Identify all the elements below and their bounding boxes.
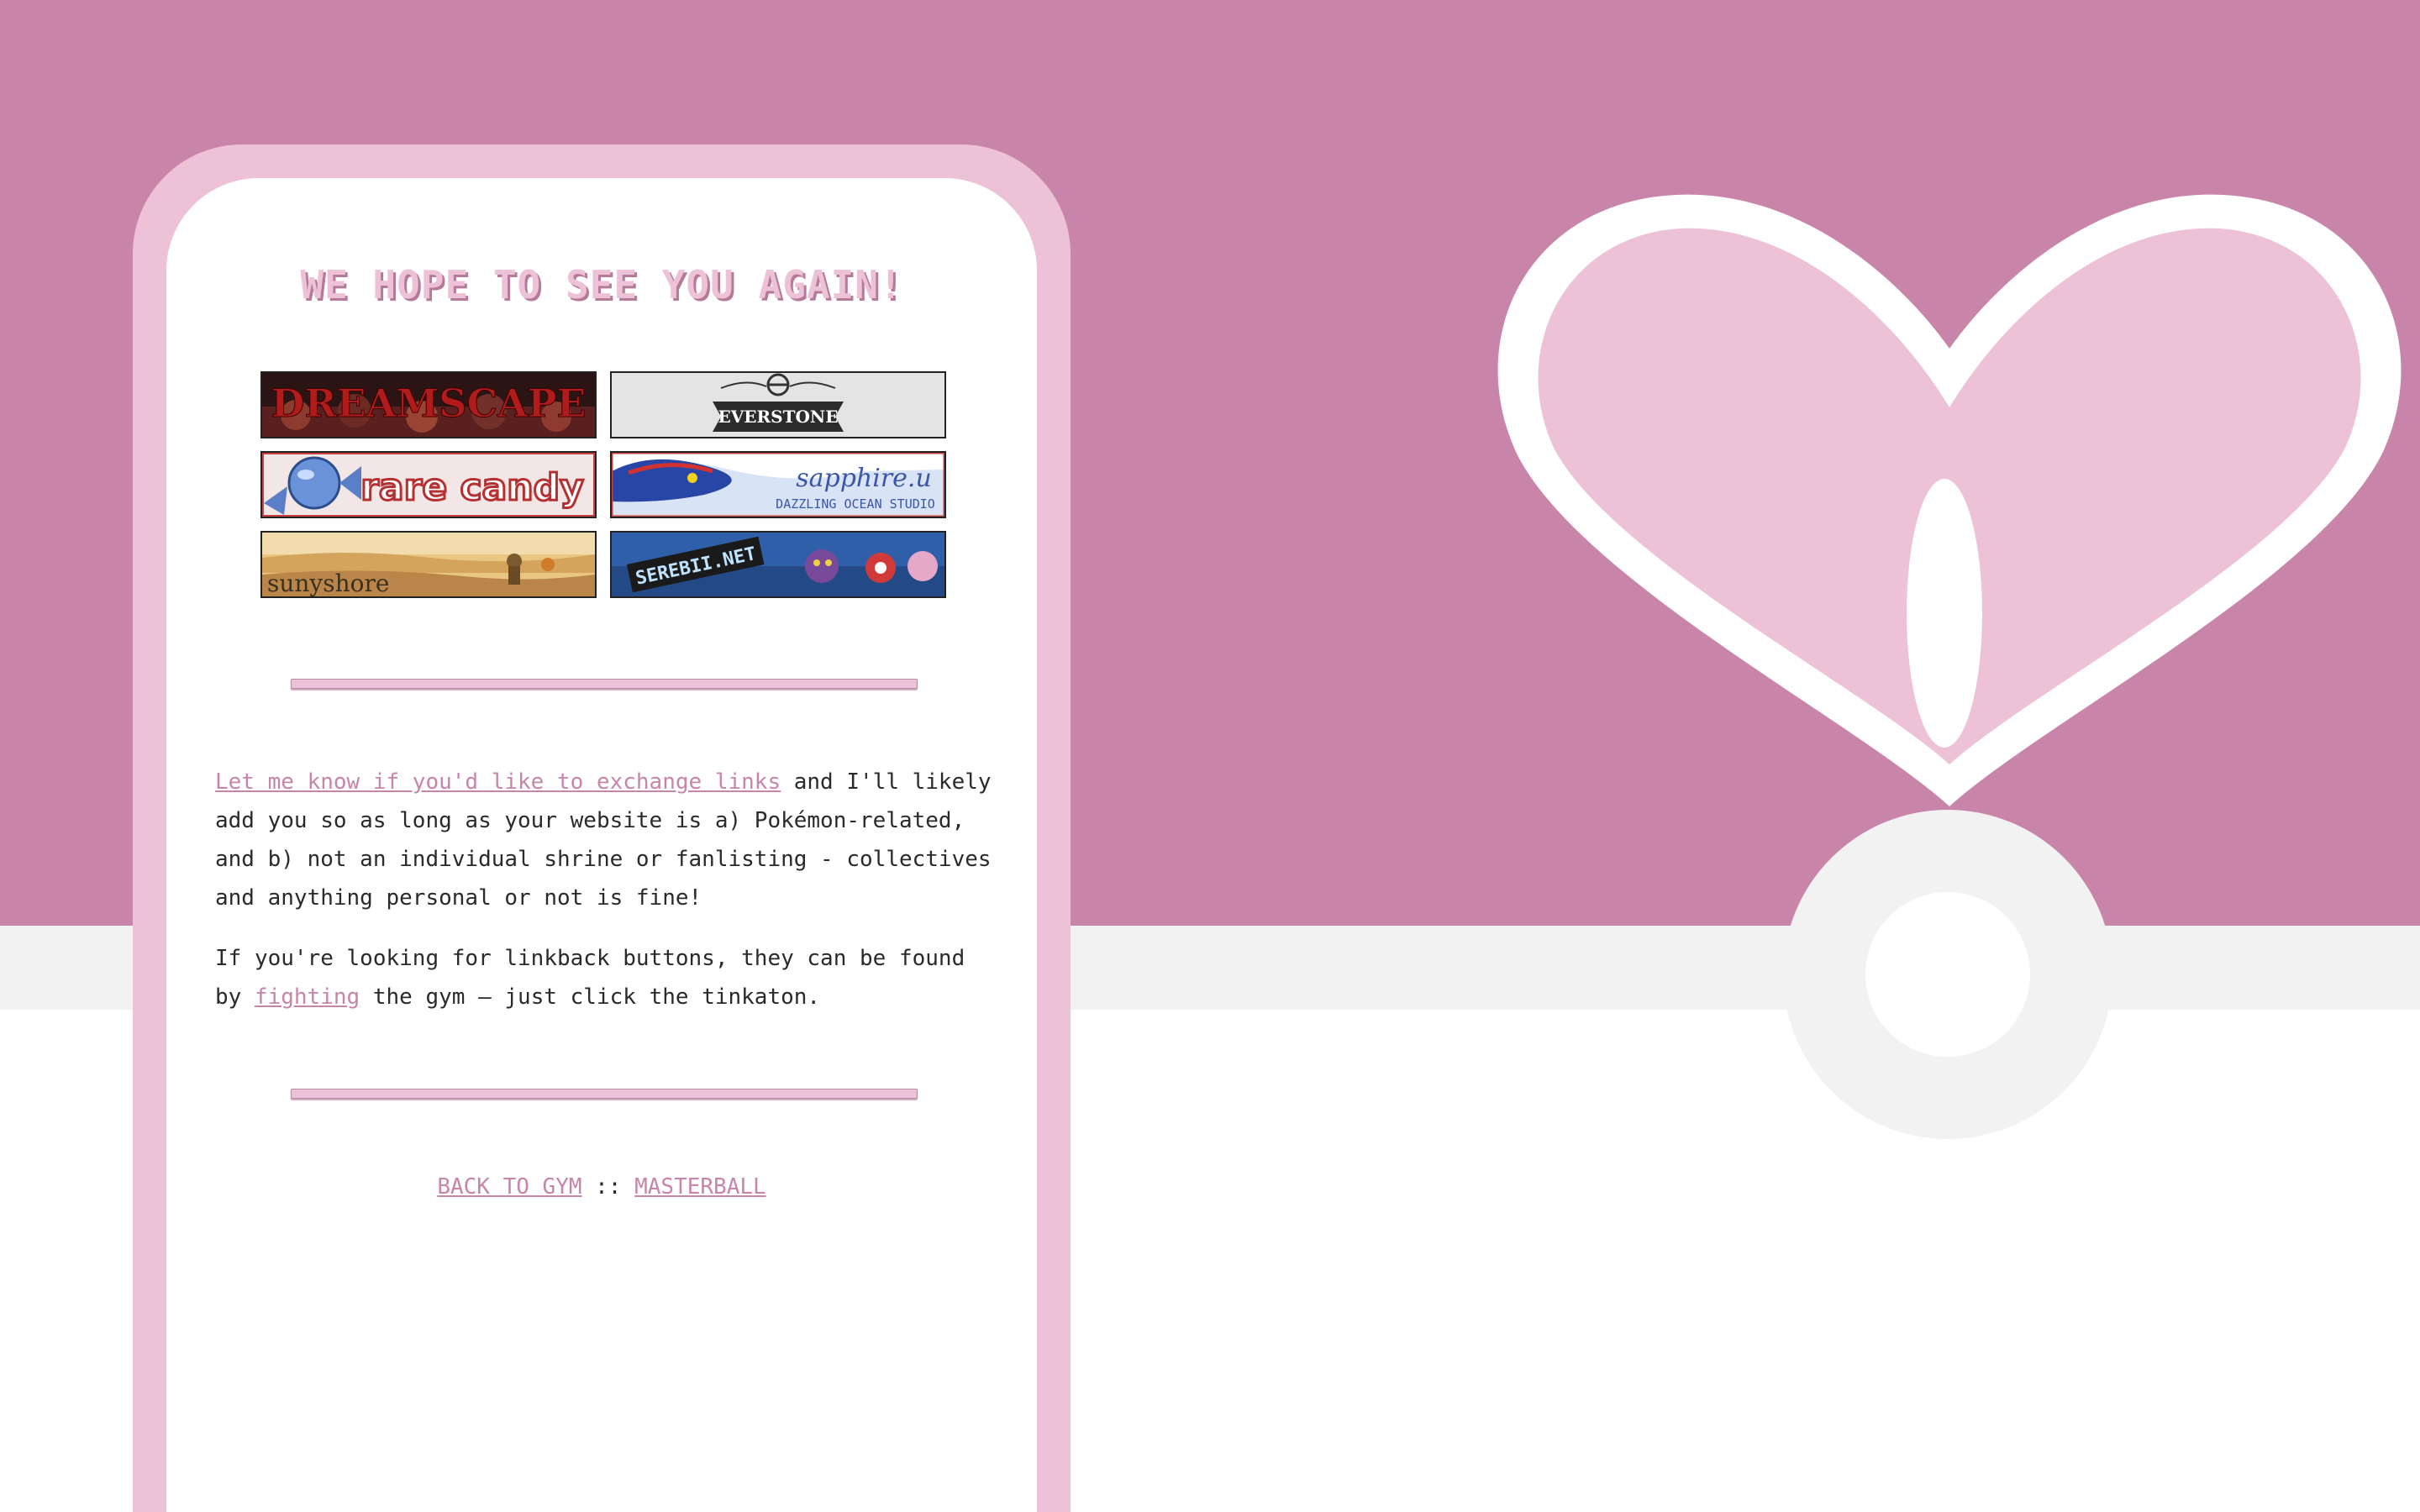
back-to-gym-link[interactable]: BACK TO GYM <box>437 1174 581 1200</box>
masterball-link[interactable]: MASTERBALL <box>634 1174 766 1200</box>
linkback-text-after: the gym — just click the tinkaton. <box>360 984 821 1010</box>
everstone-banner-icon: EVERSTONE <box>612 373 944 437</box>
sunyshore-banner-icon: sunyshore <box>262 533 595 596</box>
sapphire-banner[interactable]: sapphire.u DAZZLING OCEAN STUDIO <box>610 451 946 518</box>
svg-text:sapphire.u: sapphire.u <box>796 464 932 493</box>
divider-top <box>291 679 918 689</box>
serebii-banner-icon: SEREBII.NET <box>612 533 944 596</box>
serebii-banner[interactable]: SEREBII.NET <box>610 531 946 598</box>
svg-text:sunyshore: sunyshore <box>267 570 389 596</box>
content-panel: WE HOPE TO SEE YOU AGAIN! DREAMSCAPE EVE… <box>166 178 1037 1512</box>
footer-nav: BACK TO GYM :: MASTERBALL <box>166 1174 1037 1200</box>
divider-bottom <box>291 1089 918 1099</box>
dreamscape-banner-icon: DREAMSCAPE <box>262 373 595 437</box>
sunyshore-banner[interactable]: sunyshore <box>260 531 597 598</box>
affiliate-buttons: DREAMSCAPE EVERSTONE rare candy sapphire… <box>260 371 946 598</box>
nav-separator: :: <box>581 1174 635 1200</box>
sapphire-banner-icon: sapphire.u DAZZLING OCEAN STUDIO <box>612 453 944 517</box>
rare-candy-banner[interactable]: rare candy <box>260 451 597 518</box>
svg-text:DREAMSCAPE: DREAMSCAPE <box>271 381 587 426</box>
svg-text:EVERSTONE: EVERSTONE <box>718 407 839 427</box>
rare-candy-banner-icon: rare candy <box>262 453 595 517</box>
linkback-paragraph: If you're looking for linkback buttons, … <box>215 939 997 1016</box>
svg-text:DAZZLING OCEAN STUDIO: DAZZLING OCEAN STUDIO <box>776 496 935 512</box>
fighting-link[interactable]: fighting <box>255 984 360 1010</box>
everstone-banner[interactable]: EVERSTONE <box>610 371 946 438</box>
exchange-links-link[interactable]: Let me know if you'd like to exchange li… <box>215 769 781 795</box>
dreamscape-banner[interactable]: DREAMSCAPE <box>260 371 597 438</box>
page-title: WE HOPE TO SEE YOU AGAIN! <box>300 262 903 307</box>
heart-pokeball-decoration-icon <box>1497 194 2402 1139</box>
exchange-links-paragraph: Let me know if you'd like to exchange li… <box>215 763 997 917</box>
svg-text:rare candy: rare candy <box>360 466 584 509</box>
